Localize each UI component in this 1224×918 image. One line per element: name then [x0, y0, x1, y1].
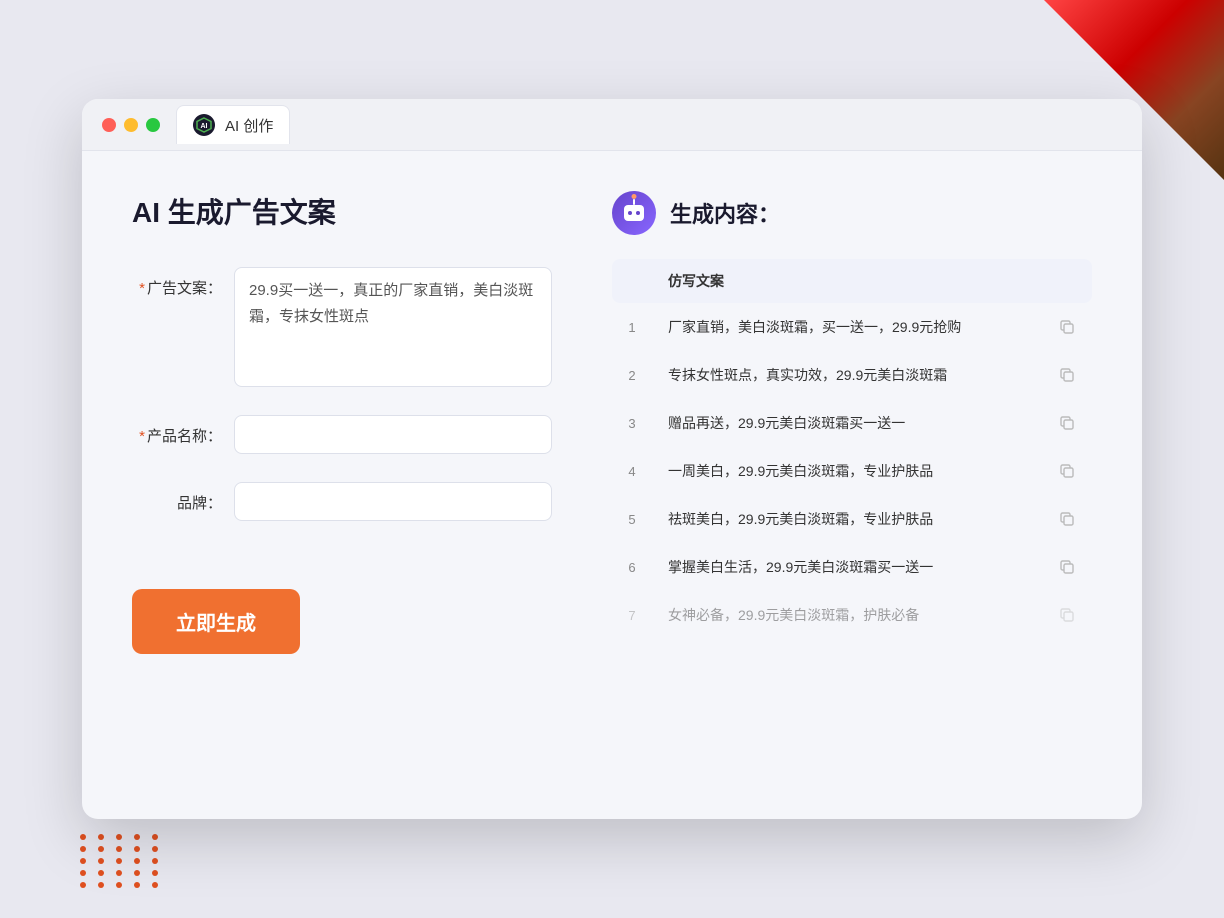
table-header-index [612, 259, 652, 303]
row-copy-action [1042, 351, 1092, 399]
svg-text:AI: AI [201, 123, 208, 130]
main-content: AI 生成广告文案 *广告文案： 29.9买一送一，真正的厂家直销，美白淡斑霜，… [82, 151, 1142, 811]
required-marker: * [139, 280, 145, 297]
tab-label: AI 创作 [225, 115, 273, 136]
ad-copy-label: *广告文案： [132, 267, 222, 298]
left-panel: AI 生成广告文案 *广告文案： 29.9买一送一，真正的厂家直销，美白淡斑霜，… [132, 191, 552, 771]
deco-bottom-left [80, 834, 164, 888]
row-copy-text: 一周美白，29.9元美白淡斑霜，专业护肤品 [652, 447, 1042, 495]
row-index: 5 [612, 495, 652, 543]
close-button[interactable] [102, 118, 116, 132]
row-copy-text: 女神必备，29.9元美白淡斑霜，护肤必备 [652, 591, 1042, 639]
table-row: 3赠品再送，29.9元美白淡斑霜买一送一 [612, 399, 1092, 447]
page-title: AI 生成广告文案 [132, 191, 552, 231]
row-copy-text: 掌握美白生活，29.9元美白淡斑霜买一送一 [652, 543, 1042, 591]
product-name-label: *产品名称： [132, 415, 222, 446]
product-name-group: *产品名称： 美白淡斑霜 [132, 415, 552, 454]
minimize-button[interactable] [124, 118, 138, 132]
copy-button[interactable] [1058, 558, 1076, 576]
row-copy-text: 赠品再送，29.9元美白淡斑霜买一送一 [652, 399, 1042, 447]
copy-button[interactable] [1058, 510, 1076, 528]
row-index: 3 [612, 399, 652, 447]
table-header-copy: 仿写文案 [652, 259, 1042, 303]
table-header-row: 仿写文案 [612, 259, 1092, 303]
copy-button[interactable] [1058, 462, 1076, 480]
traffic-lights [102, 118, 160, 132]
table-header-action [1042, 259, 1092, 303]
table-row: 4一周美白，29.9元美白淡斑霜，专业护肤品 [612, 447, 1092, 495]
row-copy-text: 厂家直销，美白淡斑霜，买一送一，29.9元抢购 [652, 303, 1042, 351]
table-row: 5祛斑美白，29.9元美白淡斑霜，专业护肤品 [612, 495, 1092, 543]
tab-icon: AI [193, 114, 215, 136]
row-copy-action [1042, 543, 1092, 591]
title-bar: AI AI 创作 [82, 99, 1142, 151]
table-row: 2专抹女性斑点，真实功效，29.9元美白淡斑霜 [612, 351, 1092, 399]
results-header: 生成内容： [612, 191, 1092, 235]
maximize-button[interactable] [146, 118, 160, 132]
row-copy-text: 专抹女性斑点，真实功效，29.9元美白淡斑霜 [652, 351, 1042, 399]
row-index: 1 [612, 303, 652, 351]
ad-copy-input[interactable]: 29.9买一送一，真正的厂家直销，美白淡斑霜，专抹女性斑点 [234, 267, 552, 387]
right-panel: 生成内容： 仿写文案 1厂家直销，美白淡斑霜，买一送一，29.9元抢购 2专抹女… [612, 191, 1092, 771]
table-row: 1厂家直销，美白淡斑霜，买一送一，29.9元抢购 [612, 303, 1092, 351]
required-marker-2: * [139, 428, 145, 445]
row-copy-action [1042, 447, 1092, 495]
results-table: 仿写文案 1厂家直销，美白淡斑霜，买一送一，29.9元抢购 2专抹女性斑点，真实… [612, 259, 1092, 639]
brand-group: 品牌： 好白 [132, 482, 552, 521]
row-copy-action [1042, 303, 1092, 351]
table-row: 6掌握美白生活，29.9元美白淡斑霜买一送一 [612, 543, 1092, 591]
copy-button[interactable] [1058, 366, 1076, 384]
row-copy-action [1042, 591, 1092, 639]
row-copy-action [1042, 399, 1092, 447]
robot-icon [612, 191, 656, 235]
ad-copy-group: *广告文案： 29.9买一送一，真正的厂家直销，美白淡斑霜，专抹女性斑点 [132, 267, 552, 387]
copy-button[interactable] [1058, 318, 1076, 336]
row-index: 4 [612, 447, 652, 495]
active-tab[interactable]: AI AI 创作 [176, 105, 290, 144]
row-index: 6 [612, 543, 652, 591]
product-name-input[interactable]: 美白淡斑霜 [234, 415, 552, 454]
generate-button[interactable]: 立即生成 [132, 589, 300, 654]
row-copy-action [1042, 495, 1092, 543]
browser-window: AI AI 创作 AI 生成广告文案 *广告文案： 29.9买一送一，真正的厂家… [82, 99, 1142, 819]
table-row: 7女神必备，29.9元美白淡斑霜，护肤必备 [612, 591, 1092, 639]
brand-input[interactable]: 好白 [234, 482, 552, 521]
brand-label: 品牌： [132, 482, 222, 513]
row-index: 7 [612, 591, 652, 639]
results-title: 生成内容： [670, 197, 780, 229]
row-index: 2 [612, 351, 652, 399]
row-copy-text: 祛斑美白，29.9元美白淡斑霜，专业护肤品 [652, 495, 1042, 543]
copy-button[interactable] [1058, 414, 1076, 432]
copy-button[interactable] [1058, 606, 1076, 624]
